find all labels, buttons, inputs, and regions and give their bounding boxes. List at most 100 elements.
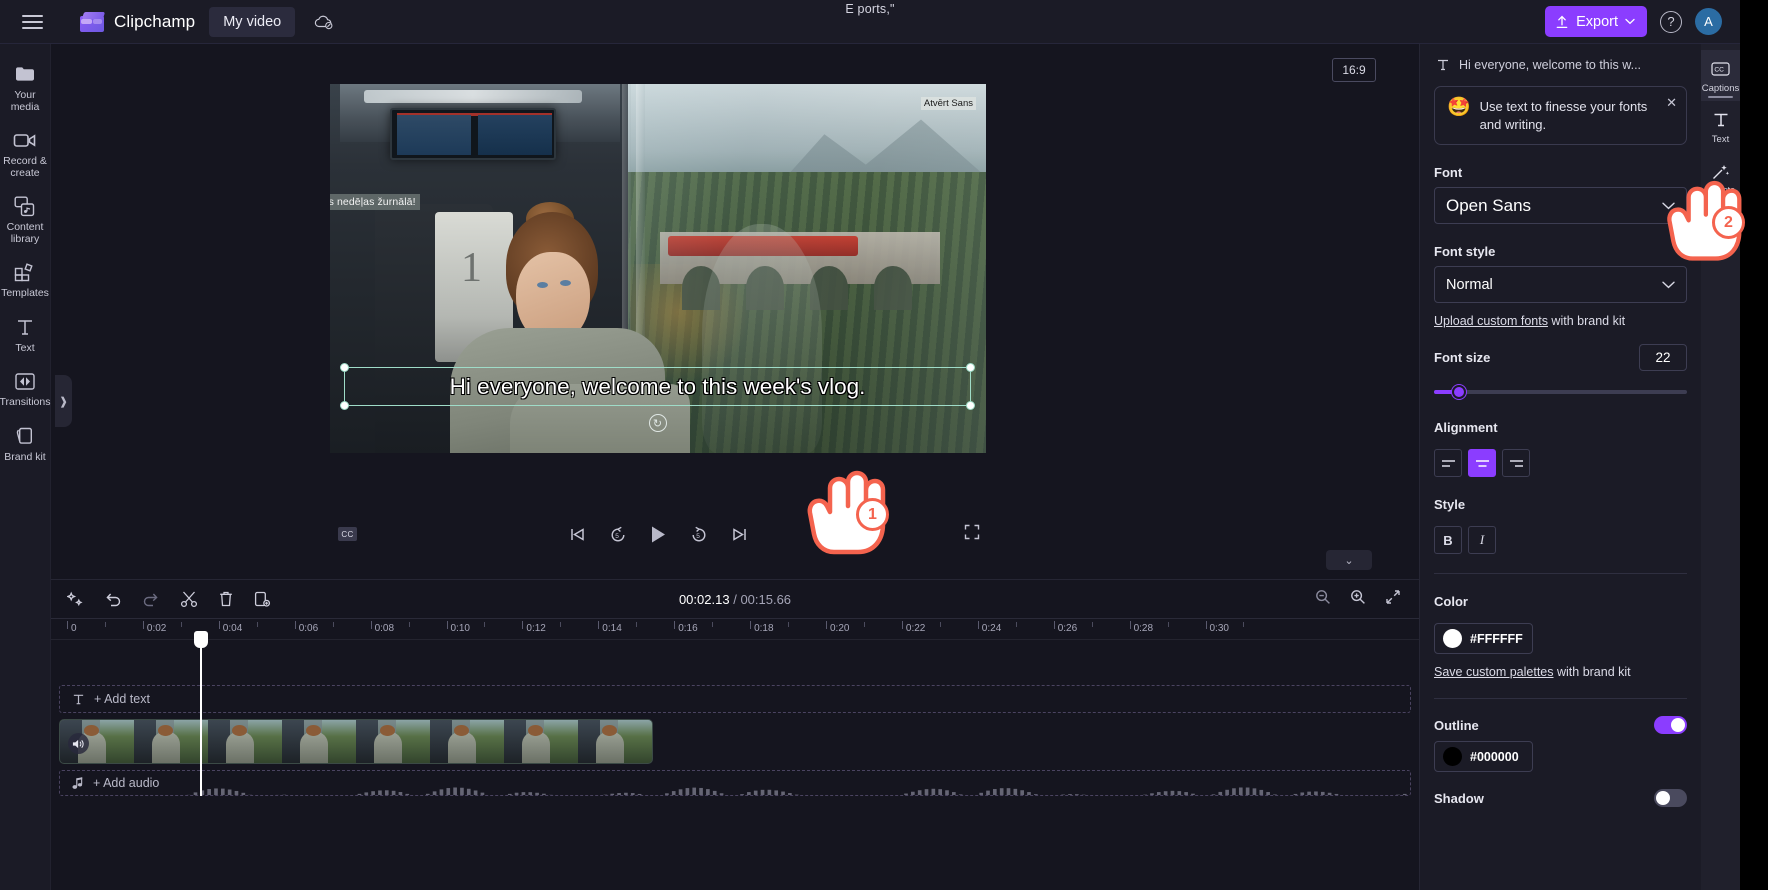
playhead[interactable] [194, 631, 208, 796]
rewind-5s-icon[interactable]: 5 [609, 526, 627, 543]
sidebar-item-transitions[interactable]: Transitions [0, 361, 51, 416]
aspect-ratio-button[interactable]: 16:9 [1332, 58, 1376, 82]
font-style-value: Normal [1446, 276, 1493, 293]
panel-collapse-chevron-icon[interactable]: ❰ [1419, 414, 1420, 466]
text-t-icon [15, 316, 35, 338]
shadow-toggle[interactable] [1654, 789, 1687, 807]
play-button[interactable] [650, 525, 667, 544]
selected-text-box[interactable]: Hi everyone, welcome to this week's vlog… [340, 363, 975, 432]
forward-5s-icon[interactable]: 5 [690, 526, 708, 543]
font-style-dropdown[interactable]: Normal [1434, 266, 1687, 303]
tip-card: 🤩 Use text to finesse your fonts and wri… [1434, 86, 1687, 145]
video-clip[interactable] [59, 719, 653, 764]
magic-wand-icon[interactable] [67, 591, 84, 608]
right-tab-rail: CC Captions Text Effects [1701, 44, 1740, 890]
sidebar-item-templates[interactable]: Templates [0, 252, 51, 307]
fit-to-screen-icon[interactable] [1385, 589, 1401, 610]
sidebar-label: Your media [10, 89, 40, 113]
add-text-label: + Add text [94, 692, 150, 706]
rotate-handle-icon[interactable]: ↻ [648, 414, 667, 432]
avatar[interactable]: A [1695, 8, 1722, 35]
svg-text:5: 5 [615, 532, 619, 539]
text-track-add[interactable]: + Add text [59, 685, 1411, 713]
resize-handle-top-right[interactable] [966, 363, 975, 372]
close-icon[interactable]: ✕ [1666, 95, 1677, 111]
color-dot [1443, 747, 1462, 766]
tab-captions[interactable]: CC Captions [1701, 50, 1740, 101]
sidebar-label: Text [15, 341, 35, 354]
split-scissors-icon[interactable] [180, 590, 198, 608]
duplicate-icon[interactable] [254, 590, 271, 608]
collapse-preview-chevron-icon[interactable]: ⌄ [1326, 550, 1372, 570]
captions-toggle-button[interactable]: CC [338, 527, 357, 541]
skip-next-icon[interactable] [731, 527, 748, 542]
help-button[interactable]: ? [1660, 10, 1682, 33]
font-dropdown[interactable]: Open Sans [1434, 187, 1687, 224]
style-label: Style [1434, 497, 1466, 512]
playhead-knob[interactable] [194, 631, 208, 648]
overlay-font-label: Atvērt Sans [920, 97, 976, 110]
text-properties-panel: Hi everyone, welcome to this w... 🤩 Use … [1419, 44, 1701, 890]
skip-previous-icon[interactable] [569, 527, 586, 542]
fullscreen-icon[interactable] [964, 524, 980, 545]
player-controls: CC 5 5 [330, 512, 986, 556]
tab-text[interactable]: Text [1701, 101, 1740, 152]
font-style-label: Font style [1434, 244, 1496, 259]
resize-handle-top-left[interactable] [340, 363, 349, 372]
text-color-swatch[interactable]: #FFFFFF [1434, 623, 1533, 654]
project-name-field[interactable]: My video [209, 6, 296, 37]
align-left-button[interactable] [1434, 449, 1462, 477]
align-right-button[interactable] [1502, 449, 1530, 477]
sidebar-item-brand-kit[interactable]: Brand kit [0, 416, 51, 471]
font-size-row: Font size 22 [1420, 328, 1701, 371]
mute-speaker-icon[interactable] [68, 733, 89, 754]
undo-icon[interactable] [104, 591, 122, 607]
outline-toggle[interactable] [1654, 716, 1687, 734]
upload-icon [1556, 15, 1568, 28]
font-size-input[interactable]: 22 [1639, 344, 1687, 371]
upload-custom-fonts-link[interactable]: Upload custom fonts [1434, 314, 1548, 328]
outline-color-swatch[interactable]: #000000 [1434, 741, 1533, 772]
redo-icon[interactable] [142, 591, 160, 607]
menu-hamburger-icon[interactable] [10, 0, 54, 44]
sidebar-collapse-chevron-icon[interactable]: ❱ [55, 375, 72, 427]
delete-trash-icon[interactable] [218, 590, 234, 608]
tip-text: Use text to finesse your fonts and writi… [1479, 99, 1648, 132]
svg-text:5: 5 [696, 532, 700, 539]
tab-label: Captions [1701, 83, 1740, 94]
zoom-in-icon[interactable] [1350, 589, 1366, 610]
resize-handle-bottom-left[interactable] [340, 401, 349, 410]
audio-track-add[interactable]: + Add audio [59, 770, 1411, 796]
tab-label: Text [1711, 134, 1730, 145]
shadow-label: Shadow [1434, 790, 1484, 806]
sidebar-item-record-create[interactable]: Record & create [0, 120, 51, 186]
clip-thumbnail [134, 720, 208, 763]
left-sidebar: Your media Record & create Content libra… [0, 44, 51, 890]
audio-waveform [186, 787, 1407, 795]
bold-button[interactable]: B [1434, 526, 1462, 554]
media-folder-icon [14, 63, 36, 85]
music-note-icon [72, 776, 83, 789]
export-button[interactable]: Export [1545, 6, 1647, 37]
screen-edge-fill [1740, 0, 1768, 890]
align-center-button[interactable] [1468, 449, 1496, 477]
resize-handle-bottom-right[interactable] [966, 401, 975, 410]
sidebar-item-your-media[interactable]: Your media [0, 54, 51, 120]
slider-thumb[interactable] [1451, 385, 1466, 399]
alignment-buttons [1420, 442, 1701, 477]
sidebar-item-content-library[interactable]: Content library [0, 186, 51, 252]
effects-wand-icon [1711, 161, 1730, 181]
timeline-ruler[interactable]: 0 0:02 0:04 0:06 0:08 0:10 0:12 0:14 0:16 0:18 0:2… [51, 618, 1419, 640]
font-size-slider[interactable] [1434, 384, 1687, 400]
add-audio-label: + Add audio [93, 776, 160, 790]
text-t-icon [73, 694, 84, 704]
color-label: Color [1434, 594, 1468, 609]
save-custom-palettes-link[interactable]: Save custom palettes [1434, 665, 1554, 679]
clipchamp-app: Clipchamp My video E ports," Export ? A [0, 0, 1768, 890]
video-canvas[interactable]: 1 Atvērt Sans Labdien, svei [330, 84, 986, 453]
cloud-sync-icon[interactable] [311, 9, 337, 35]
sidebar-item-text[interactable]: Text [0, 307, 51, 362]
zoom-out-icon[interactable] [1315, 589, 1331, 610]
italic-button[interactable]: I [1468, 526, 1496, 554]
tab-effects[interactable]: Effects [1701, 152, 1740, 203]
